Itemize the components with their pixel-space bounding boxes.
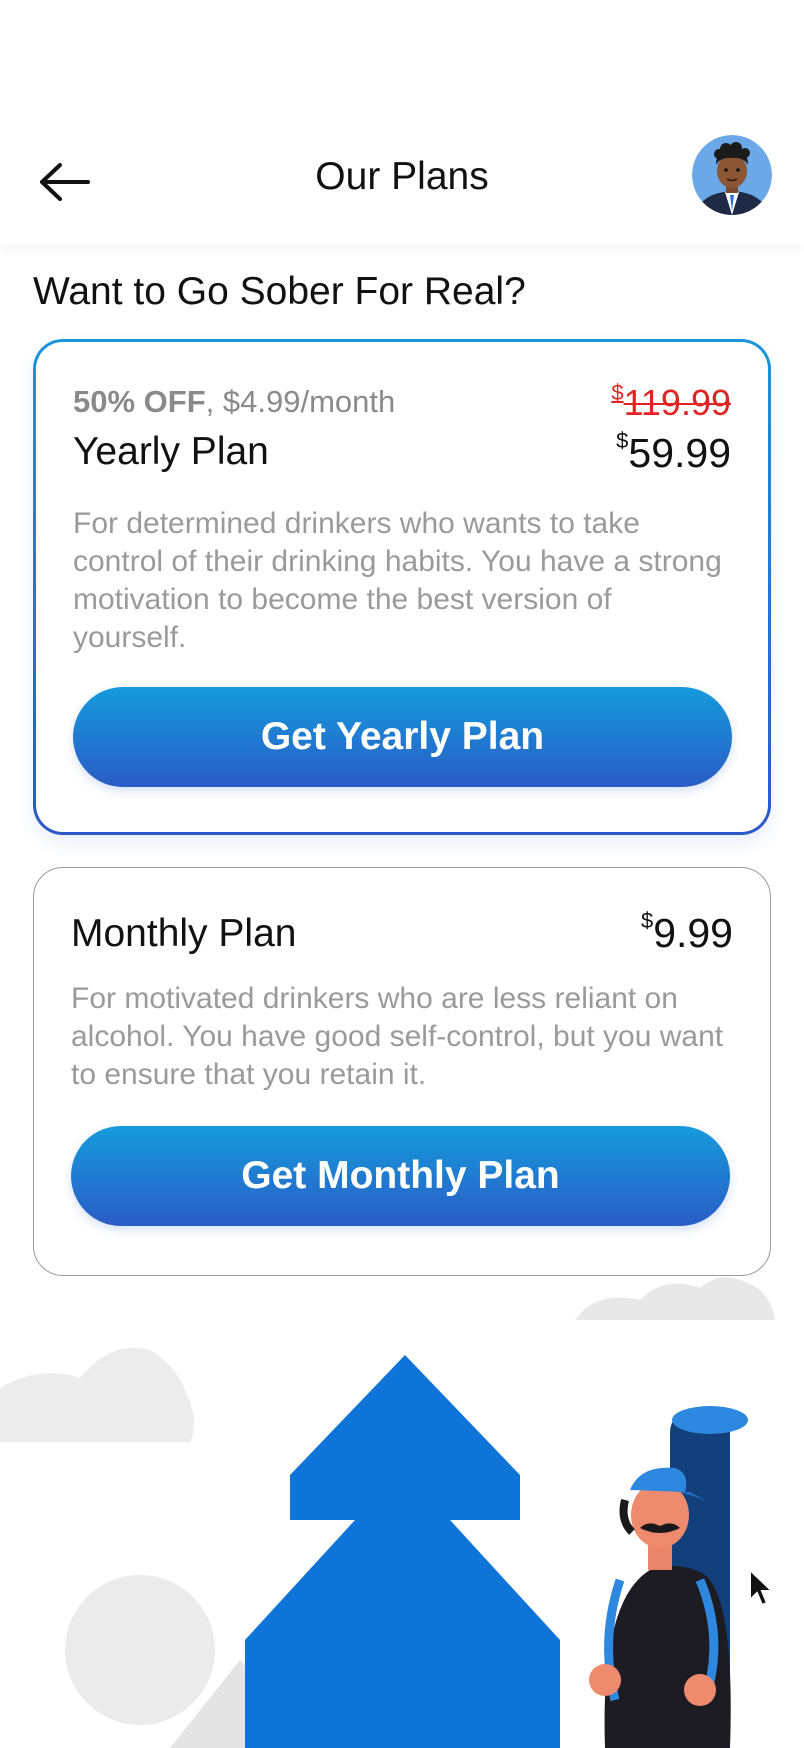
avatar[interactable] <box>692 135 772 215</box>
get-yearly-plan-button[interactable]: Get Yearly Plan <box>73 687 732 787</box>
user-avatar-icon <box>692 135 772 215</box>
get-monthly-plan-button[interactable]: Get Monthly Plan <box>71 1126 730 1226</box>
hiker-figure <box>589 1406 748 1748</box>
yearly-plan-card[interactable]: 50% OFF, $4.99/month $119.99 Yearly Plan… <box>33 339 771 835</box>
page-title: Our Plans <box>315 155 489 198</box>
price-value: 9.99 <box>653 910 733 956</box>
plan-name: Yearly Plan <box>73 430 269 473</box>
plan-description: For determined drinkers who wants to tak… <box>73 507 722 654</box>
cloud-left-shape <box>0 1347 194 1442</box>
discount-label: 50% OFF <box>73 384 206 419</box>
plan-name: Monthly Plan <box>71 912 297 955</box>
illustration-graphic <box>0 1277 775 1748</box>
original-price: $119.99 <box>611 380 731 424</box>
price-currency: $ <box>640 908 654 933</box>
mouse-cursor-icon <box>749 1568 775 1607</box>
original-price-currency: $ <box>611 380 624 405</box>
per-month-price: , $4.99/month <box>205 384 396 419</box>
plan-price: $9.99 <box>640 908 733 957</box>
offer-line: 50% OFF, $4.99/month <box>73 384 395 420</box>
rock-shape <box>65 1575 215 1725</box>
original-price-value: 119.99 <box>623 382 731 423</box>
price-currency: $ <box>616 428 629 453</box>
section-heading: Want to Go Sober For Real? <box>33 270 526 313</box>
monthly-plan-card[interactable]: Monthly Plan $9.99 For motivated drinker… <box>33 867 771 1276</box>
cloud-right-shape <box>575 1277 775 1320</box>
plan-description: For motivated drinkers who are less reli… <box>71 982 724 1091</box>
plan-price: $59.99 <box>616 428 731 477</box>
price-value: 59.99 <box>628 430 731 476</box>
app-header: Our Plans <box>0 0 804 245</box>
tree-shape <box>245 1355 560 1748</box>
hiker-illustration <box>0 1270 804 1748</box>
